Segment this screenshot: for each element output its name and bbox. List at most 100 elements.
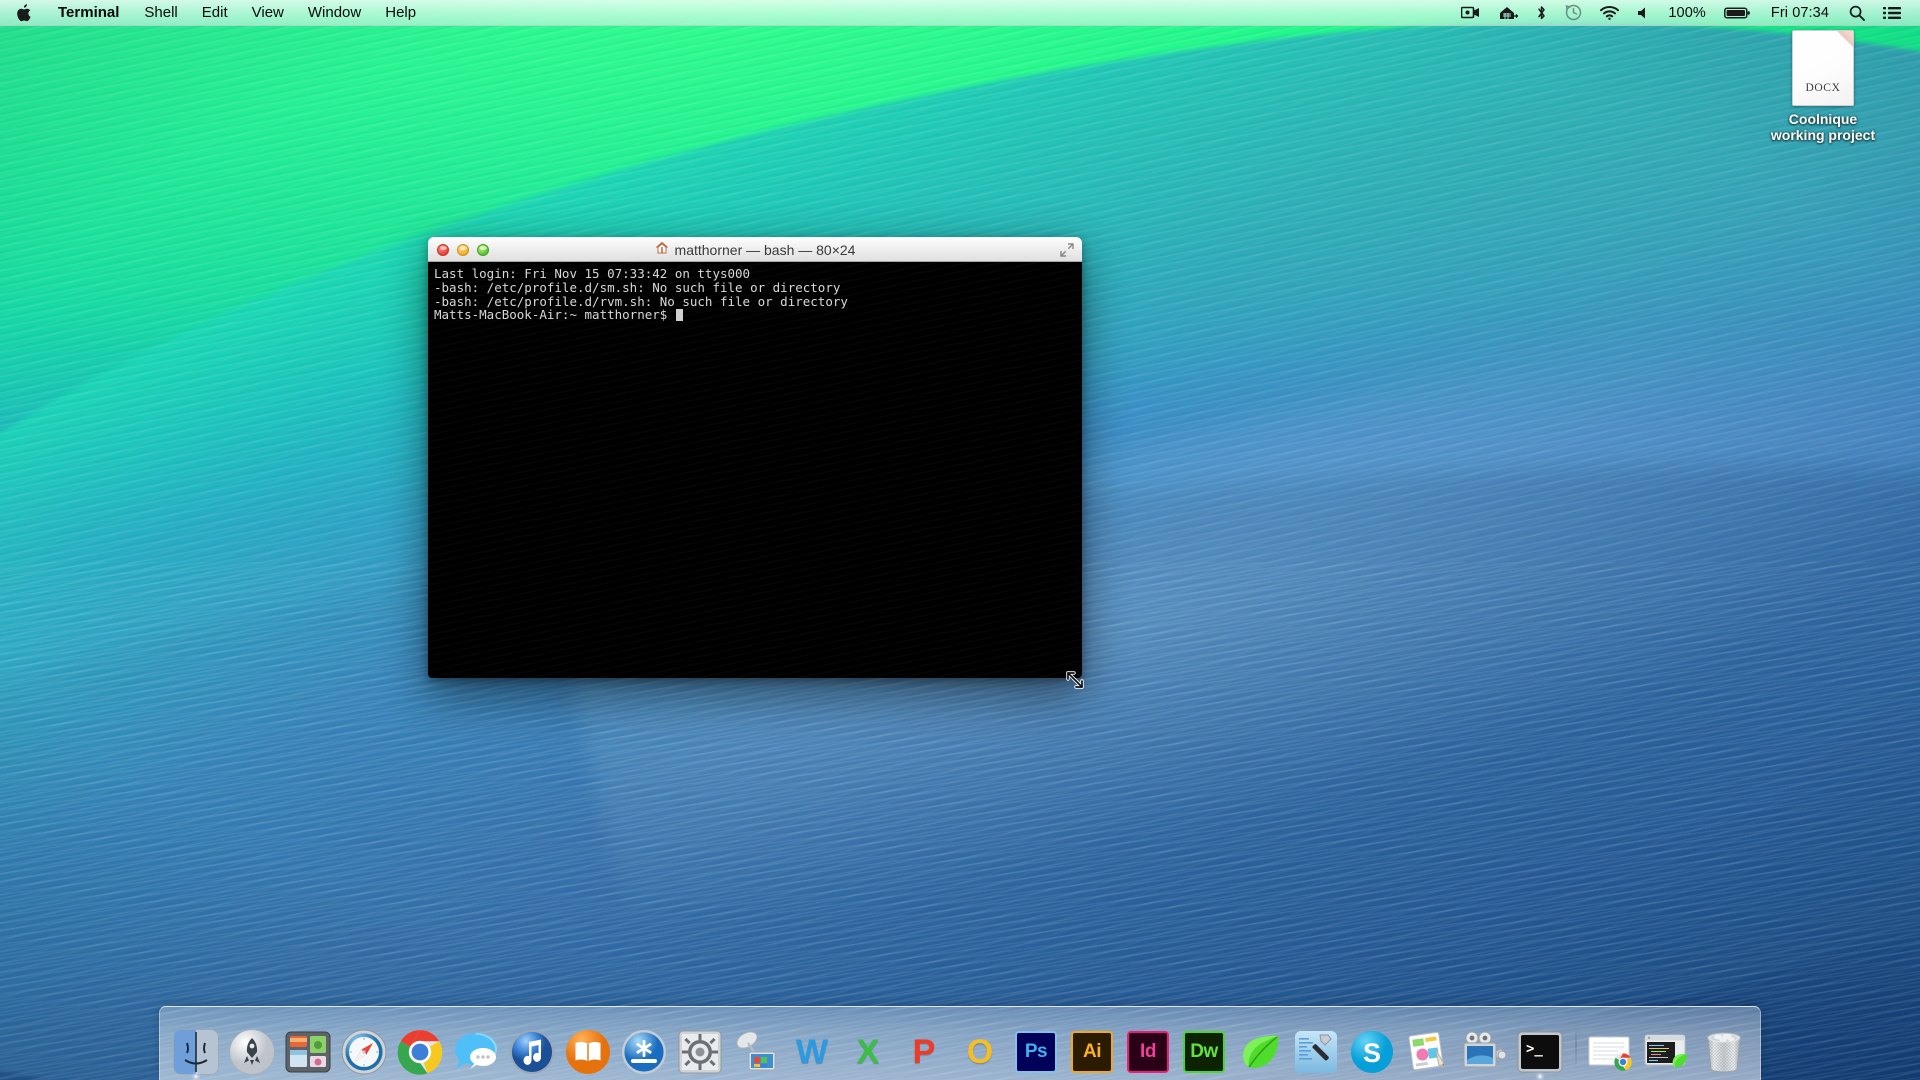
house-icon[interactable]	[1489, 0, 1527, 25]
dock-item-adobe-indesign[interactable]: Id	[1122, 1020, 1174, 1076]
minimized-code-thumbnail	[1644, 1028, 1692, 1076]
home-folder-icon	[655, 241, 669, 258]
xcode-icon	[1292, 1028, 1340, 1076]
dock-item-adobe-illustrator[interactable]: Ai	[1066, 1020, 1118, 1076]
apple-logo-icon[interactable]	[0, 0, 45, 25]
desktop-icon-label-line2: working project	[1770, 127, 1876, 144]
zoom-button[interactable]	[477, 243, 489, 256]
ibooks-icon	[564, 1028, 612, 1076]
safari-icon	[340, 1028, 388, 1076]
messages-icon	[452, 1028, 500, 1076]
terminal-title-bar[interactable]: matthorner — bash — 80×24	[428, 237, 1082, 262]
terminal-prompt-text: Matts-MacBook-Air:~ matthorner$	[434, 307, 675, 323]
terminal-line-3: -bash: /etc/profile.d/rvm.sh: No such fi…	[434, 293, 848, 309]
dock-item-system-preferences[interactable]	[674, 1020, 726, 1076]
dock-item-safari[interactable]	[338, 1020, 390, 1076]
illustrator-tile-label: Ai	[1071, 1031, 1113, 1073]
terminal-app-icon: >_	[1516, 1028, 1564, 1076]
photoshop-icon: Ps	[1012, 1028, 1060, 1076]
desktop-icon-caption: Coolnique working project	[1748, 111, 1898, 143]
page-fold-corner	[1837, 31, 1853, 47]
illustrator-icon: Ai	[1068, 1028, 1116, 1076]
video-camera-icon[interactable]	[1452, 0, 1489, 25]
speaker-icon[interactable]	[1628, 0, 1659, 25]
dock-item-xcode[interactable]	[1290, 1020, 1342, 1076]
desktop-file-icon[interactable]: DOCX Coolnique working project	[1748, 30, 1898, 143]
battery-percent-label: 100%	[1659, 0, 1715, 25]
menu-item-edit[interactable]: Edit	[190, 0, 240, 25]
dock-minimized-coda-window[interactable]	[1642, 1020, 1694, 1076]
satellite-dish-icon	[732, 1028, 780, 1076]
search-icon[interactable]	[1840, 0, 1874, 25]
bluetooth-icon[interactable]	[1527, 0, 1556, 25]
menu-bar: Terminal Shell Edit View Window Help 100…	[0, 0, 1920, 26]
terminal-window[interactable]: matthorner — bash — 80×24 Last login: Fr…	[428, 237, 1082, 678]
battery-percent-text: 100%	[1668, 4, 1706, 21]
finder-icon	[172, 1028, 220, 1076]
menu-item-window[interactable]: Window	[296, 0, 373, 25]
fullscreen-button[interactable]	[1060, 242, 1074, 257]
dock-item-itunes[interactable]	[506, 1020, 558, 1076]
clock-text: Fri 07:34	[1770, 4, 1829, 21]
dock-item-skype[interactable]: S	[1346, 1020, 1398, 1076]
dock-item-microsoft-powerpoint[interactable]: P	[898, 1020, 950, 1076]
app-store-icon	[620, 1028, 668, 1076]
dock-item-pages-sketch[interactable]	[1402, 1020, 1454, 1076]
indesign-icon: Id	[1124, 1028, 1172, 1076]
dock-item-terminal[interactable]: >_	[1514, 1020, 1566, 1079]
quicktime-icon	[1460, 1028, 1508, 1076]
window-controls	[428, 243, 489, 256]
terminal-cursor	[675, 309, 683, 322]
notification-center-icon[interactable]	[1874, 0, 1910, 25]
chrome-icon	[396, 1028, 444, 1076]
menu-bar-left: Terminal Shell Edit View Window Help	[0, 0, 428, 25]
clock-arrow-icon[interactable]	[1556, 0, 1591, 25]
launchpad-icon	[228, 1028, 276, 1076]
minimize-button[interactable]	[457, 243, 469, 256]
dreamweaver-tile-label: Dw	[1183, 1031, 1225, 1073]
dock-minimized-chrome-window[interactable]	[1586, 1020, 1638, 1076]
wifi-icon[interactable]	[1591, 0, 1628, 25]
docx-document-icon: DOCX	[1792, 30, 1854, 106]
dock-item-google-chrome[interactable]	[394, 1020, 446, 1076]
excel-letter: X	[856, 1033, 880, 1071]
dreamweaver-icon: Dw	[1180, 1028, 1228, 1076]
dock-item-trash[interactable]	[1698, 1020, 1750, 1076]
menu-item-shell[interactable]: Shell	[132, 0, 189, 25]
desktop-icon-label-line1: Coolnique	[1788, 111, 1858, 127]
dock-item-microsoft-outlook[interactable]: O	[954, 1020, 1006, 1076]
dock-item-mission-control[interactable]	[282, 1020, 334, 1076]
outlook-icon: O	[956, 1028, 1004, 1076]
menu-bar-clock[interactable]: Fri 07:34	[1760, 0, 1840, 25]
menu-bar-status-area: 100% Fri 07:34	[1452, 0, 1920, 25]
dock-item-messages[interactable]	[450, 1020, 502, 1076]
dock-item-launchpad[interactable]	[226, 1020, 278, 1076]
terminal-line-2: -bash: /etc/profile.d/sm.sh: No such fil…	[434, 279, 841, 295]
dock-item-coda-leaf[interactable]	[1234, 1020, 1286, 1076]
close-button[interactable]	[437, 243, 449, 256]
dock-item-adobe-photoshop[interactable]: Ps	[1010, 1020, 1062, 1076]
trash-icon	[1700, 1028, 1748, 1076]
terminal-line-1: Last login: Fri Nov 15 07:33:42 on ttys0…	[434, 266, 751, 281]
itunes-icon	[508, 1028, 556, 1076]
leaf-icon	[1236, 1028, 1284, 1076]
terminal-prompt-line: Matts-MacBook-Air:~ matthorner$	[434, 308, 1076, 322]
menu-item-view[interactable]: View	[240, 0, 296, 25]
dock-item-ibooks[interactable]	[562, 1020, 614, 1076]
dock-item-app-store[interactable]	[618, 1020, 670, 1076]
outlook-letter: O	[966, 1033, 994, 1071]
terminal-output-area[interactable]: Last login: Fri Nov 15 07:33:42 on ttys0…	[428, 262, 1082, 678]
dock-separator	[1575, 1024, 1577, 1070]
word-letter: W	[795, 1033, 829, 1071]
dock-item-quicktime[interactable]	[1458, 1020, 1510, 1076]
dock-item-adobe-dreamweaver[interactable]: Dw	[1178, 1020, 1230, 1076]
menu-item-help[interactable]: Help	[373, 0, 428, 25]
powerpoint-letter: P	[912, 1033, 936, 1071]
dock-item-remote-desktop[interactable]	[730, 1020, 782, 1076]
dock-item-microsoft-excel[interactable]: X	[842, 1020, 894, 1076]
mission-control-icon	[284, 1028, 332, 1076]
battery-icon[interactable]	[1715, 0, 1760, 25]
dock-item-finder[interactable]	[170, 1020, 222, 1079]
dock-item-microsoft-word[interactable]: W	[786, 1020, 838, 1076]
menu-item-terminal[interactable]: Terminal	[45, 0, 132, 25]
